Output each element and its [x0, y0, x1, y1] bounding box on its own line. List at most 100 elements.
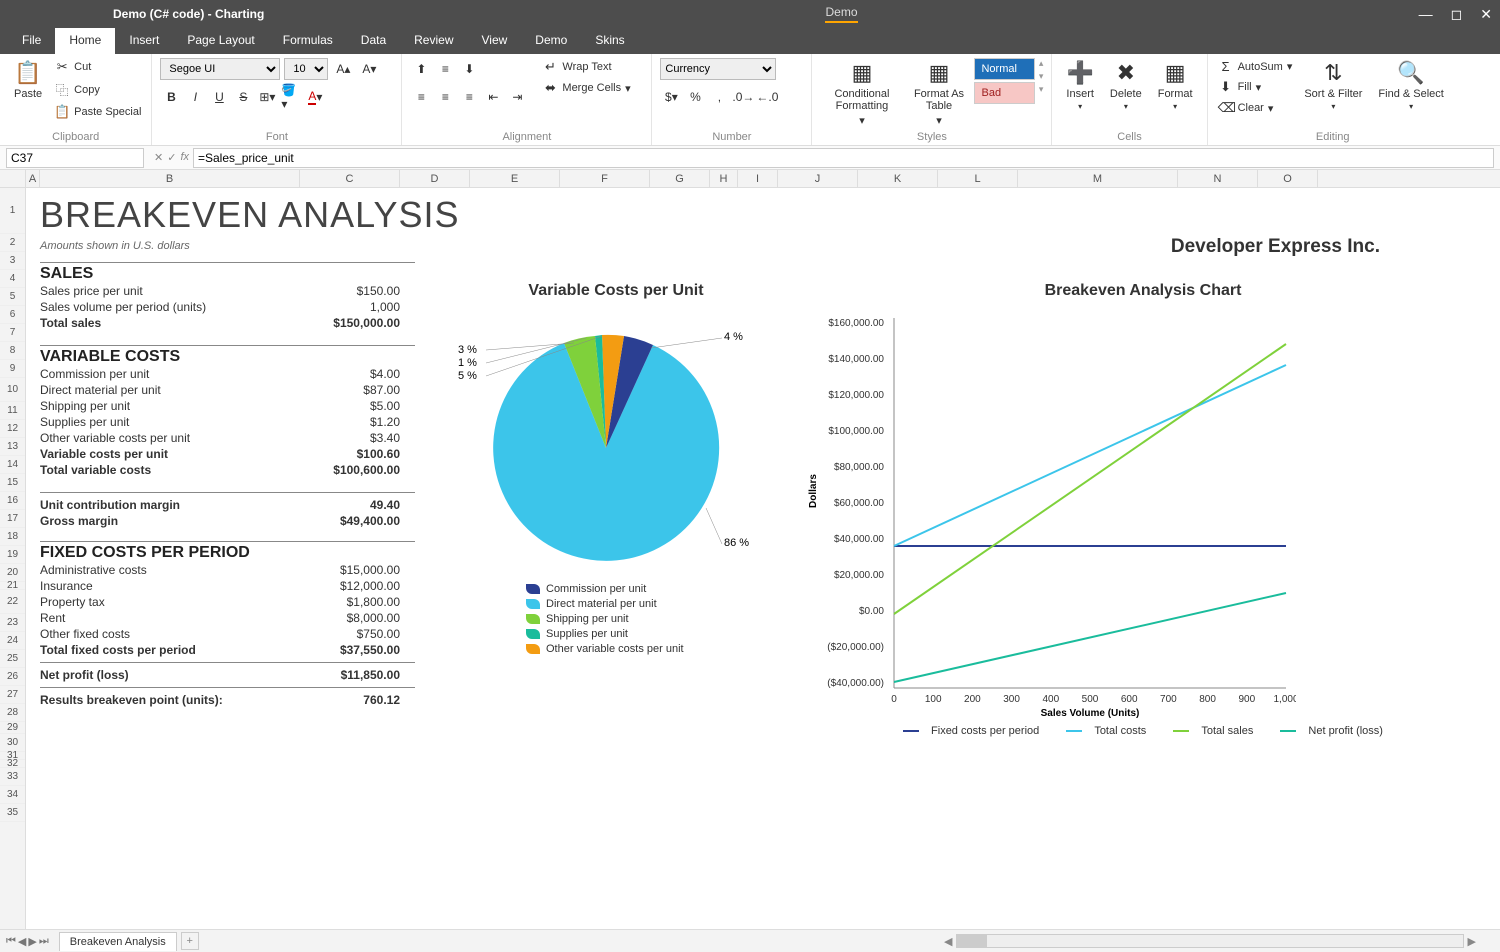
currency-icon[interactable]: $▾ [660, 86, 682, 108]
tab-data[interactable]: Data [347, 28, 400, 54]
wrap-text-button[interactable]: ↵Wrap Text [540, 58, 632, 76]
row-header[interactable]: 21 [0, 582, 25, 590]
column-header[interactable]: L [938, 170, 1018, 187]
clear-button[interactable]: ⌫Clear ▾ [1216, 99, 1295, 117]
row-header[interactable]: 25 [0, 650, 25, 668]
close-icon[interactable]: ✕ [1480, 6, 1492, 23]
align-bottom-icon[interactable]: ⬇ [458, 58, 480, 80]
row-header[interactable]: 9 [0, 360, 25, 378]
column-header[interactable]: B [40, 170, 300, 187]
row-header[interactable]: 12 [0, 420, 25, 438]
row-header[interactable]: 29 [0, 722, 25, 734]
font-color-icon[interactable]: A▾ [304, 86, 326, 108]
fill-button[interactable]: ⬇Fill ▾ [1216, 78, 1295, 96]
style-gallery-expand-icon[interactable]: ▾ [1039, 84, 1044, 95]
name-box[interactable] [6, 148, 144, 168]
fx-icon[interactable]: fx [180, 151, 189, 164]
select-all-corner[interactable] [0, 170, 26, 187]
comma-icon[interactable]: , [708, 86, 730, 108]
tab-page-layout[interactable]: Page Layout [173, 28, 268, 54]
row-header[interactable]: 27 [0, 686, 25, 704]
column-header[interactable]: H [710, 170, 738, 187]
formula-input[interactable] [193, 148, 1494, 168]
context-tab[interactable]: Demo [825, 5, 857, 23]
minimize-icon[interactable]: — [1419, 6, 1433, 23]
row-header[interactable]: 23 [0, 614, 25, 632]
fill-color-icon[interactable]: 🪣▾ [280, 86, 302, 108]
increase-font-icon[interactable]: A▴ [332, 58, 354, 80]
column-header[interactable]: C [300, 170, 400, 187]
align-right-icon[interactable]: ≡ [458, 86, 480, 108]
column-header[interactable]: K [858, 170, 938, 187]
row-header[interactable]: 13 [0, 438, 25, 456]
tab-insert[interactable]: Insert [115, 28, 173, 54]
column-header[interactable]: A [26, 170, 40, 187]
tab-skins[interactable]: Skins [581, 28, 638, 54]
row-header[interactable]: 34 [0, 786, 25, 804]
align-middle-icon[interactable]: ≡ [434, 58, 456, 80]
percent-icon[interactable]: % [684, 86, 706, 108]
row-header[interactable]: 2 [0, 234, 25, 252]
paste-special-button[interactable]: 📋Paste Special [52, 103, 143, 121]
row-header[interactable]: 16 [0, 492, 25, 510]
font-family-select[interactable]: Segoe UI [160, 58, 280, 80]
last-sheet-icon[interactable]: ⏭ [39, 935, 49, 948]
row-header[interactable]: 19 [0, 546, 25, 564]
cut-button[interactable]: ✂Cut [52, 58, 143, 76]
column-header[interactable]: J [778, 170, 858, 187]
tab-view[interactable]: View [468, 28, 522, 54]
tab-file[interactable]: File [8, 28, 55, 54]
column-header[interactable]: M [1018, 170, 1178, 187]
row-header[interactable]: 35 [0, 804, 25, 822]
conditional-formatting-button[interactable]: ▦Conditional Formatting ▾ [820, 58, 903, 129]
paste-button[interactable]: 📋 Paste [8, 58, 48, 102]
horizontal-scrollbar[interactable]: ◀ ▶ [940, 934, 1480, 948]
format-cells-button[interactable]: ▦Format▾ [1152, 58, 1199, 113]
next-sheet-icon[interactable]: ▶ [28, 935, 36, 948]
maximize-icon[interactable]: ◻ [1451, 6, 1463, 23]
sheet-tab[interactable]: Breakeven Analysis [59, 932, 177, 951]
align-left-icon[interactable]: ≡ [410, 86, 432, 108]
bold-icon[interactable]: B [160, 86, 182, 108]
column-header[interactable]: N [1178, 170, 1258, 187]
align-top-icon[interactable]: ⬆ [410, 58, 432, 80]
row-header[interactable]: 26 [0, 668, 25, 686]
column-header[interactable]: G [650, 170, 710, 187]
row-header[interactable]: 28 [0, 704, 25, 722]
column-header[interactable]: F [560, 170, 650, 187]
italic-icon[interactable]: I [184, 86, 206, 108]
style-scroll-up-icon[interactable]: ▴ [1039, 58, 1044, 69]
enter-formula-icon[interactable]: ✓ [167, 151, 176, 164]
row-header[interactable]: 11 [0, 402, 25, 420]
row-header[interactable]: 22 [0, 590, 25, 614]
decrease-decimal-icon[interactable]: ←.0 [756, 86, 778, 108]
sheet-area[interactable]: BREAKEVEN ANALYSIS Developer Express Inc… [26, 188, 1500, 929]
row-header[interactable]: 17 [0, 510, 25, 528]
strike-icon[interactable]: S [232, 86, 254, 108]
increase-decimal-icon[interactable]: .0→ [732, 86, 754, 108]
decrease-indent-icon[interactable]: ⇤ [482, 86, 504, 108]
row-header[interactable]: 3 [0, 252, 25, 270]
row-header[interactable]: 15 [0, 474, 25, 492]
align-center-icon[interactable]: ≡ [434, 86, 456, 108]
sort-filter-button[interactable]: ⇅Sort & Filter▾ [1298, 58, 1368, 113]
merge-cells-button[interactable]: ⬌Merge Cells ▾ [540, 79, 632, 97]
copy-button[interactable]: ⿻Copy [52, 79, 143, 100]
tab-review[interactable]: Review [400, 28, 467, 54]
row-header[interactable]: 14 [0, 456, 25, 474]
style-bad[interactable]: Bad [974, 82, 1034, 104]
column-header[interactable]: E [470, 170, 560, 187]
insert-cells-button[interactable]: ➕Insert▾ [1060, 58, 1100, 113]
column-header[interactable]: I [738, 170, 778, 187]
row-header[interactable]: 1 [0, 188, 25, 234]
row-header[interactable]: 5 [0, 288, 25, 306]
column-header[interactable]: D [400, 170, 470, 187]
tab-formulas[interactable]: Formulas [269, 28, 347, 54]
delete-cells-button[interactable]: ✖Delete▾ [1104, 58, 1148, 113]
row-header[interactable]: 8 [0, 342, 25, 360]
row-header[interactable]: 4 [0, 270, 25, 288]
style-normal[interactable]: Normal [974, 58, 1034, 80]
number-format-select[interactable]: Currency [660, 58, 776, 80]
cancel-formula-icon[interactable]: ✕ [154, 151, 163, 164]
row-header[interactable]: 32 [0, 760, 25, 768]
